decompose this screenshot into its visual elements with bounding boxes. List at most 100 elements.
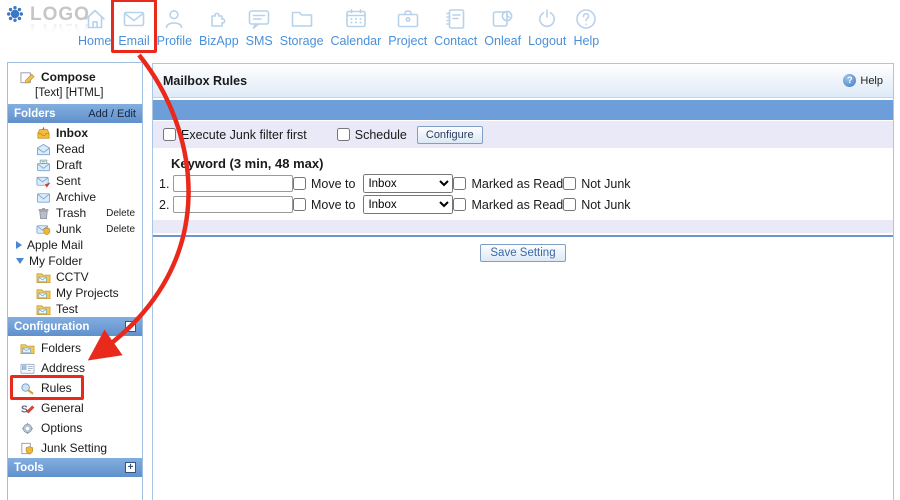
sidebar-item-draft[interactable]: Draft — [8, 157, 142, 173]
address-card-icon — [20, 362, 35, 375]
nav-item-contact[interactable]: Contact — [434, 6, 477, 48]
help-label: Help — [860, 75, 883, 87]
move-to-checkbox-2[interactable] — [293, 198, 306, 211]
expand-toggle-icon[interactable]: + — [125, 462, 136, 473]
nav-item-profile[interactable]: Profile — [157, 6, 192, 48]
nav-label: Home — [78, 34, 111, 48]
help-link[interactable]: ? Help — [843, 74, 883, 87]
folder-icon — [289, 6, 315, 32]
delete-junk-link[interactable]: Delete — [106, 224, 135, 235]
schedule-checkbox[interactable] — [337, 128, 350, 141]
marked-as-read-checkbox-2[interactable] — [453, 198, 466, 211]
sidebar-item-options[interactable]: Options — [8, 418, 142, 438]
open-envelope-icon — [36, 143, 51, 156]
nav-row: Home Email Profile BizApp SMS — [78, 6, 599, 48]
nav-label: Contact — [434, 34, 477, 48]
move-to-folder-select-1[interactable]: Inbox — [363, 174, 453, 193]
configuration-section-title: Configuration — [14, 321, 89, 333]
sidebar-item-general[interactable]: S General — [8, 398, 142, 418]
collapsed-arrow-icon[interactable] — [16, 241, 22, 249]
compose-label: Compose — [41, 70, 96, 84]
rule-number: 2. — [159, 198, 171, 212]
move-to-label[interactable]: Move to — [311, 198, 355, 212]
sidebar-item-label: My Folder — [29, 254, 82, 268]
folder-mail-icon — [36, 303, 51, 316]
expanded-arrow-icon[interactable] — [16, 258, 24, 264]
sidebar-item-junk-setting[interactable]: Junk Setting — [8, 438, 142, 458]
execute-junk-filter-label[interactable]: Execute Junk filter first — [181, 128, 307, 142]
not-junk-checkbox-1[interactable] — [563, 177, 576, 190]
puzzle-icon — [206, 6, 232, 32]
execute-junk-filter-checkbox[interactable] — [163, 128, 176, 141]
sidebar-item-label: Test — [56, 302, 78, 316]
sidebar: Compose [Text] [HTML] Folders Add / Edit… — [7, 62, 143, 500]
nav-item-bizapp[interactable]: BizApp — [199, 6, 239, 48]
home-icon — [82, 6, 108, 32]
sidebar-item-trash[interactable]: Trash Delete — [8, 205, 142, 221]
sidebar-item-apple-mail[interactable]: Apple Mail — [8, 237, 142, 253]
add-edit-link[interactable]: Add / Edit — [88, 108, 136, 120]
marked-as-read-label[interactable]: Marked as Read — [471, 198, 563, 212]
nav-label: SMS — [246, 34, 273, 48]
rule-number: 1. — [159, 177, 171, 191]
sidebar-item-label: Folders — [41, 341, 81, 355]
marked-as-read-label[interactable]: Marked as Read — [471, 177, 563, 191]
question-icon — [573, 6, 599, 32]
html-mode-link[interactable]: [HTML] — [66, 87, 104, 99]
nav-label: Logout — [528, 34, 566, 48]
sidebar-item-config-folders[interactable]: Folders — [8, 338, 142, 358]
save-setting-button[interactable]: Save Setting — [480, 244, 565, 262]
nav-item-help[interactable]: Help — [573, 6, 599, 48]
not-junk-checkbox-2[interactable] — [563, 198, 576, 211]
nav-item-onleaf[interactable]: Onleaf — [484, 6, 521, 48]
schedule-label[interactable]: Schedule — [355, 128, 407, 142]
sidebar-item-cctv[interactable]: CCTV — [8, 269, 142, 285]
tools-section-header: Tools + — [8, 458, 142, 477]
not-junk-label[interactable]: Not Junk — [581, 177, 630, 191]
sidebar-item-my-projects[interactable]: My Projects — [8, 285, 142, 301]
sidebar-item-sent[interactable]: Sent — [8, 173, 142, 189]
sidebar-item-label: Archive — [56, 190, 96, 204]
configuration-list: Folders Address Rules S General — [8, 336, 142, 458]
sidebar-item-rules[interactable]: Rules — [8, 378, 142, 398]
nav-item-storage[interactable]: Storage — [280, 6, 324, 48]
text-mode-link[interactable]: [Text] — [35, 87, 62, 99]
not-junk-label[interactable]: Not Junk — [581, 198, 630, 212]
section-divider-bar — [153, 100, 893, 120]
nav-item-home[interactable]: Home — [78, 6, 111, 48]
sidebar-item-read[interactable]: Read — [8, 141, 142, 157]
sidebar-item-address[interactable]: Address — [8, 358, 142, 378]
move-to-label[interactable]: Move to — [311, 177, 355, 191]
nav-item-email[interactable]: Email — [118, 6, 149, 48]
sidebar-item-my-folder[interactable]: My Folder — [8, 253, 142, 269]
address-book-icon — [443, 6, 469, 32]
compose-button[interactable]: Compose — [8, 63, 142, 86]
general-icon: S — [20, 402, 35, 415]
delete-trash-link[interactable]: Delete — [106, 208, 135, 219]
sidebar-item-label: General — [41, 401, 84, 415]
svg-text:S: S — [21, 404, 28, 414]
nav-item-project[interactable]: Project — [388, 6, 427, 48]
marked-as-read-checkbox-1[interactable] — [453, 177, 466, 190]
power-icon — [534, 6, 560, 32]
nav-item-logout[interactable]: Logout — [528, 6, 566, 48]
configure-button[interactable]: Configure — [417, 126, 483, 144]
sidebar-item-junk[interactable]: Junk Delete — [8, 221, 142, 237]
nav-item-sms[interactable]: SMS — [246, 6, 273, 48]
sidebar-item-inbox[interactable]: Inbox — [8, 125, 142, 141]
divider-line — [153, 235, 893, 237]
tools-section-title: Tools — [14, 462, 44, 474]
sidebar-item-label: Sent — [56, 174, 81, 188]
sidebar-item-label: Draft — [56, 158, 82, 172]
move-to-folder-select-2[interactable]: Inbox — [363, 195, 453, 214]
keyword-input-2[interactable] — [173, 196, 293, 213]
sidebar-item-test[interactable]: Test — [8, 301, 142, 317]
move-to-checkbox-1[interactable] — [293, 177, 306, 190]
keyword-input-1[interactable] — [173, 175, 293, 192]
sidebar-item-archive[interactable]: Archive — [8, 189, 142, 205]
sidebar-item-label: Trash — [56, 206, 86, 220]
collapse-toggle-icon[interactable]: − — [125, 321, 136, 332]
folder-mail-icon — [36, 271, 51, 284]
nav-item-calendar[interactable]: Calendar — [331, 6, 382, 48]
sidebar-item-label: Address — [41, 361, 85, 375]
